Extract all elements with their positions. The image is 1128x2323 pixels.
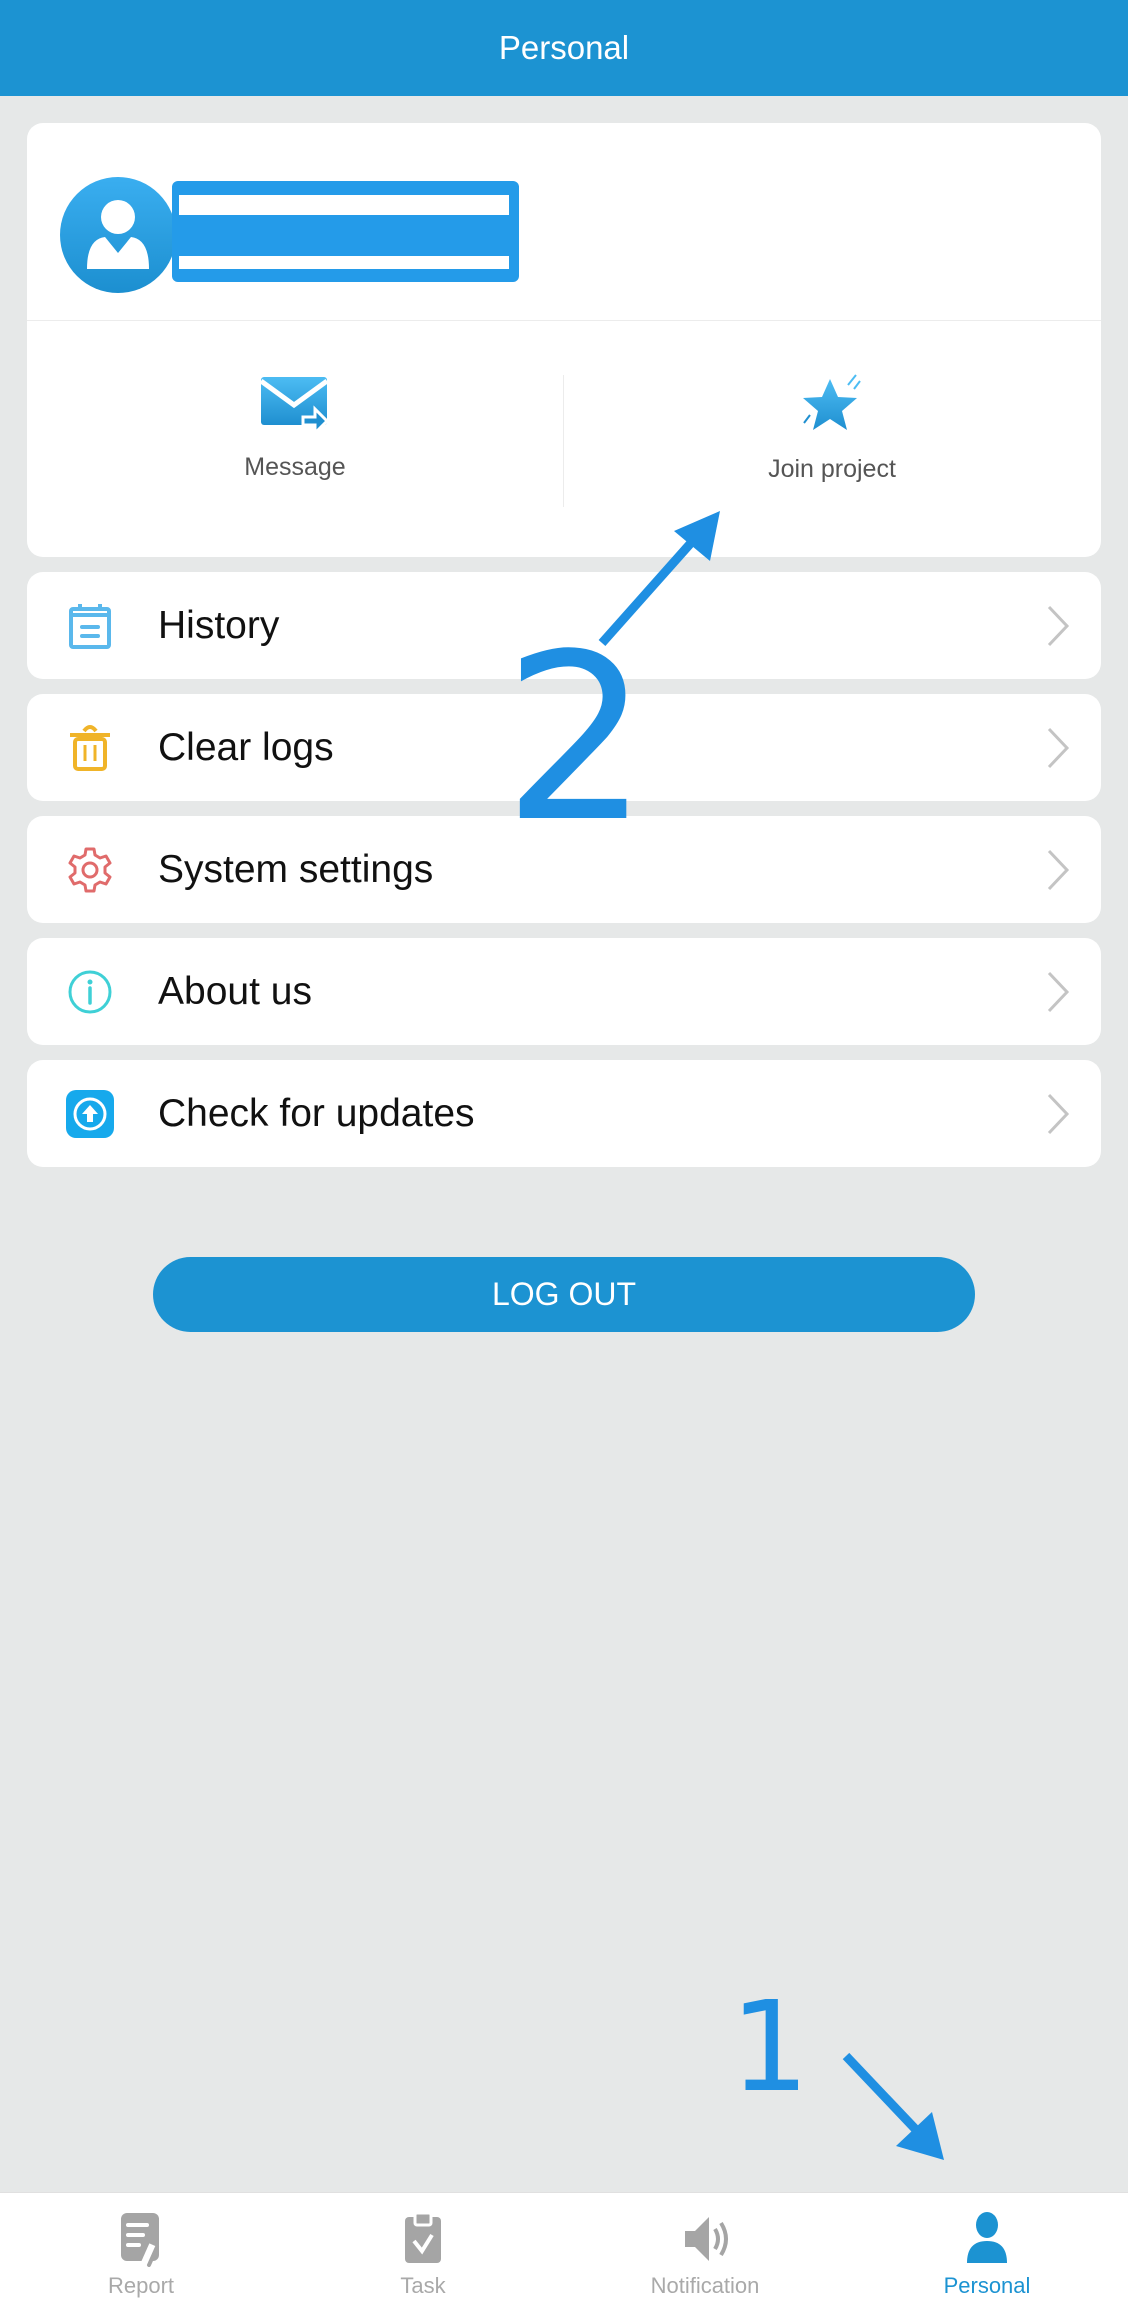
star-icon [803, 374, 861, 430]
clipboard-check-icon [405, 2211, 441, 2263]
nav-label: Report [107, 2273, 175, 2298]
annotation-arrow-2 [598, 511, 720, 646]
menu-label: About us [158, 969, 312, 1013]
avatar[interactable] [60, 177, 176, 293]
message-label: Message [244, 453, 346, 481]
nav-tab-report[interactable]: Report [0, 2193, 282, 2323]
nav-tab-personal[interactable]: Personal [846, 2193, 1128, 2323]
logout-button[interactable]: LOG OUT [153, 1257, 975, 1332]
chevron-right-icon [1047, 1093, 1070, 1134]
menu-label: System settings [158, 847, 434, 891]
nav-label: Notification [650, 2273, 760, 2298]
bottom-nav: Report Task Notification Personal [0, 2192, 1128, 2323]
menu-item-about-us[interactable]: About us [27, 938, 1101, 1045]
chevron-right-icon [1047, 971, 1070, 1012]
chevron-right-icon [1047, 605, 1070, 646]
speaker-icon [685, 2217, 728, 2261]
nav-label: Task [400, 2273, 446, 2298]
annotation-step-2: 2 [503, 606, 650, 873]
chevron-right-icon [1047, 727, 1070, 768]
nav-tab-notification[interactable]: Notification [564, 2193, 846, 2323]
upload-circle-icon [65, 1089, 115, 1139]
join-project-label: Join project [768, 455, 896, 483]
nav-tab-task[interactable]: Task [282, 2193, 564, 2323]
nav-label: Personal [943, 2273, 1031, 2298]
join-project-button[interactable]: Join project [564, 373, 1100, 513]
report-icon [121, 2213, 159, 2267]
menu-label: History [158, 603, 280, 647]
menu-item-check-updates[interactable]: Check for updates [27, 1060, 1101, 1167]
app-header: Personal [0, 0, 1128, 96]
gear-icon [65, 845, 115, 895]
trash-icon [65, 723, 115, 773]
profile-card: Message Join project [27, 123, 1101, 557]
message-button[interactable]: Message [27, 373, 563, 513]
username-redacted [172, 181, 519, 282]
envelope-forward-icon [259, 377, 330, 435]
person-icon [967, 2212, 1007, 2263]
menu-label: Check for updates [158, 1091, 475, 1135]
chevron-right-icon [1047, 849, 1070, 890]
info-icon [65, 967, 115, 1017]
divider [27, 320, 1101, 321]
annotation-arrow-1 [842, 2052, 944, 2160]
person-icon [87, 200, 149, 269]
page-title: Personal [498, 29, 630, 66]
annotation-step-1: 1 [730, 1975, 810, 2120]
menu-label: Clear logs [158, 725, 334, 769]
calendar-list-icon [65, 601, 115, 651]
